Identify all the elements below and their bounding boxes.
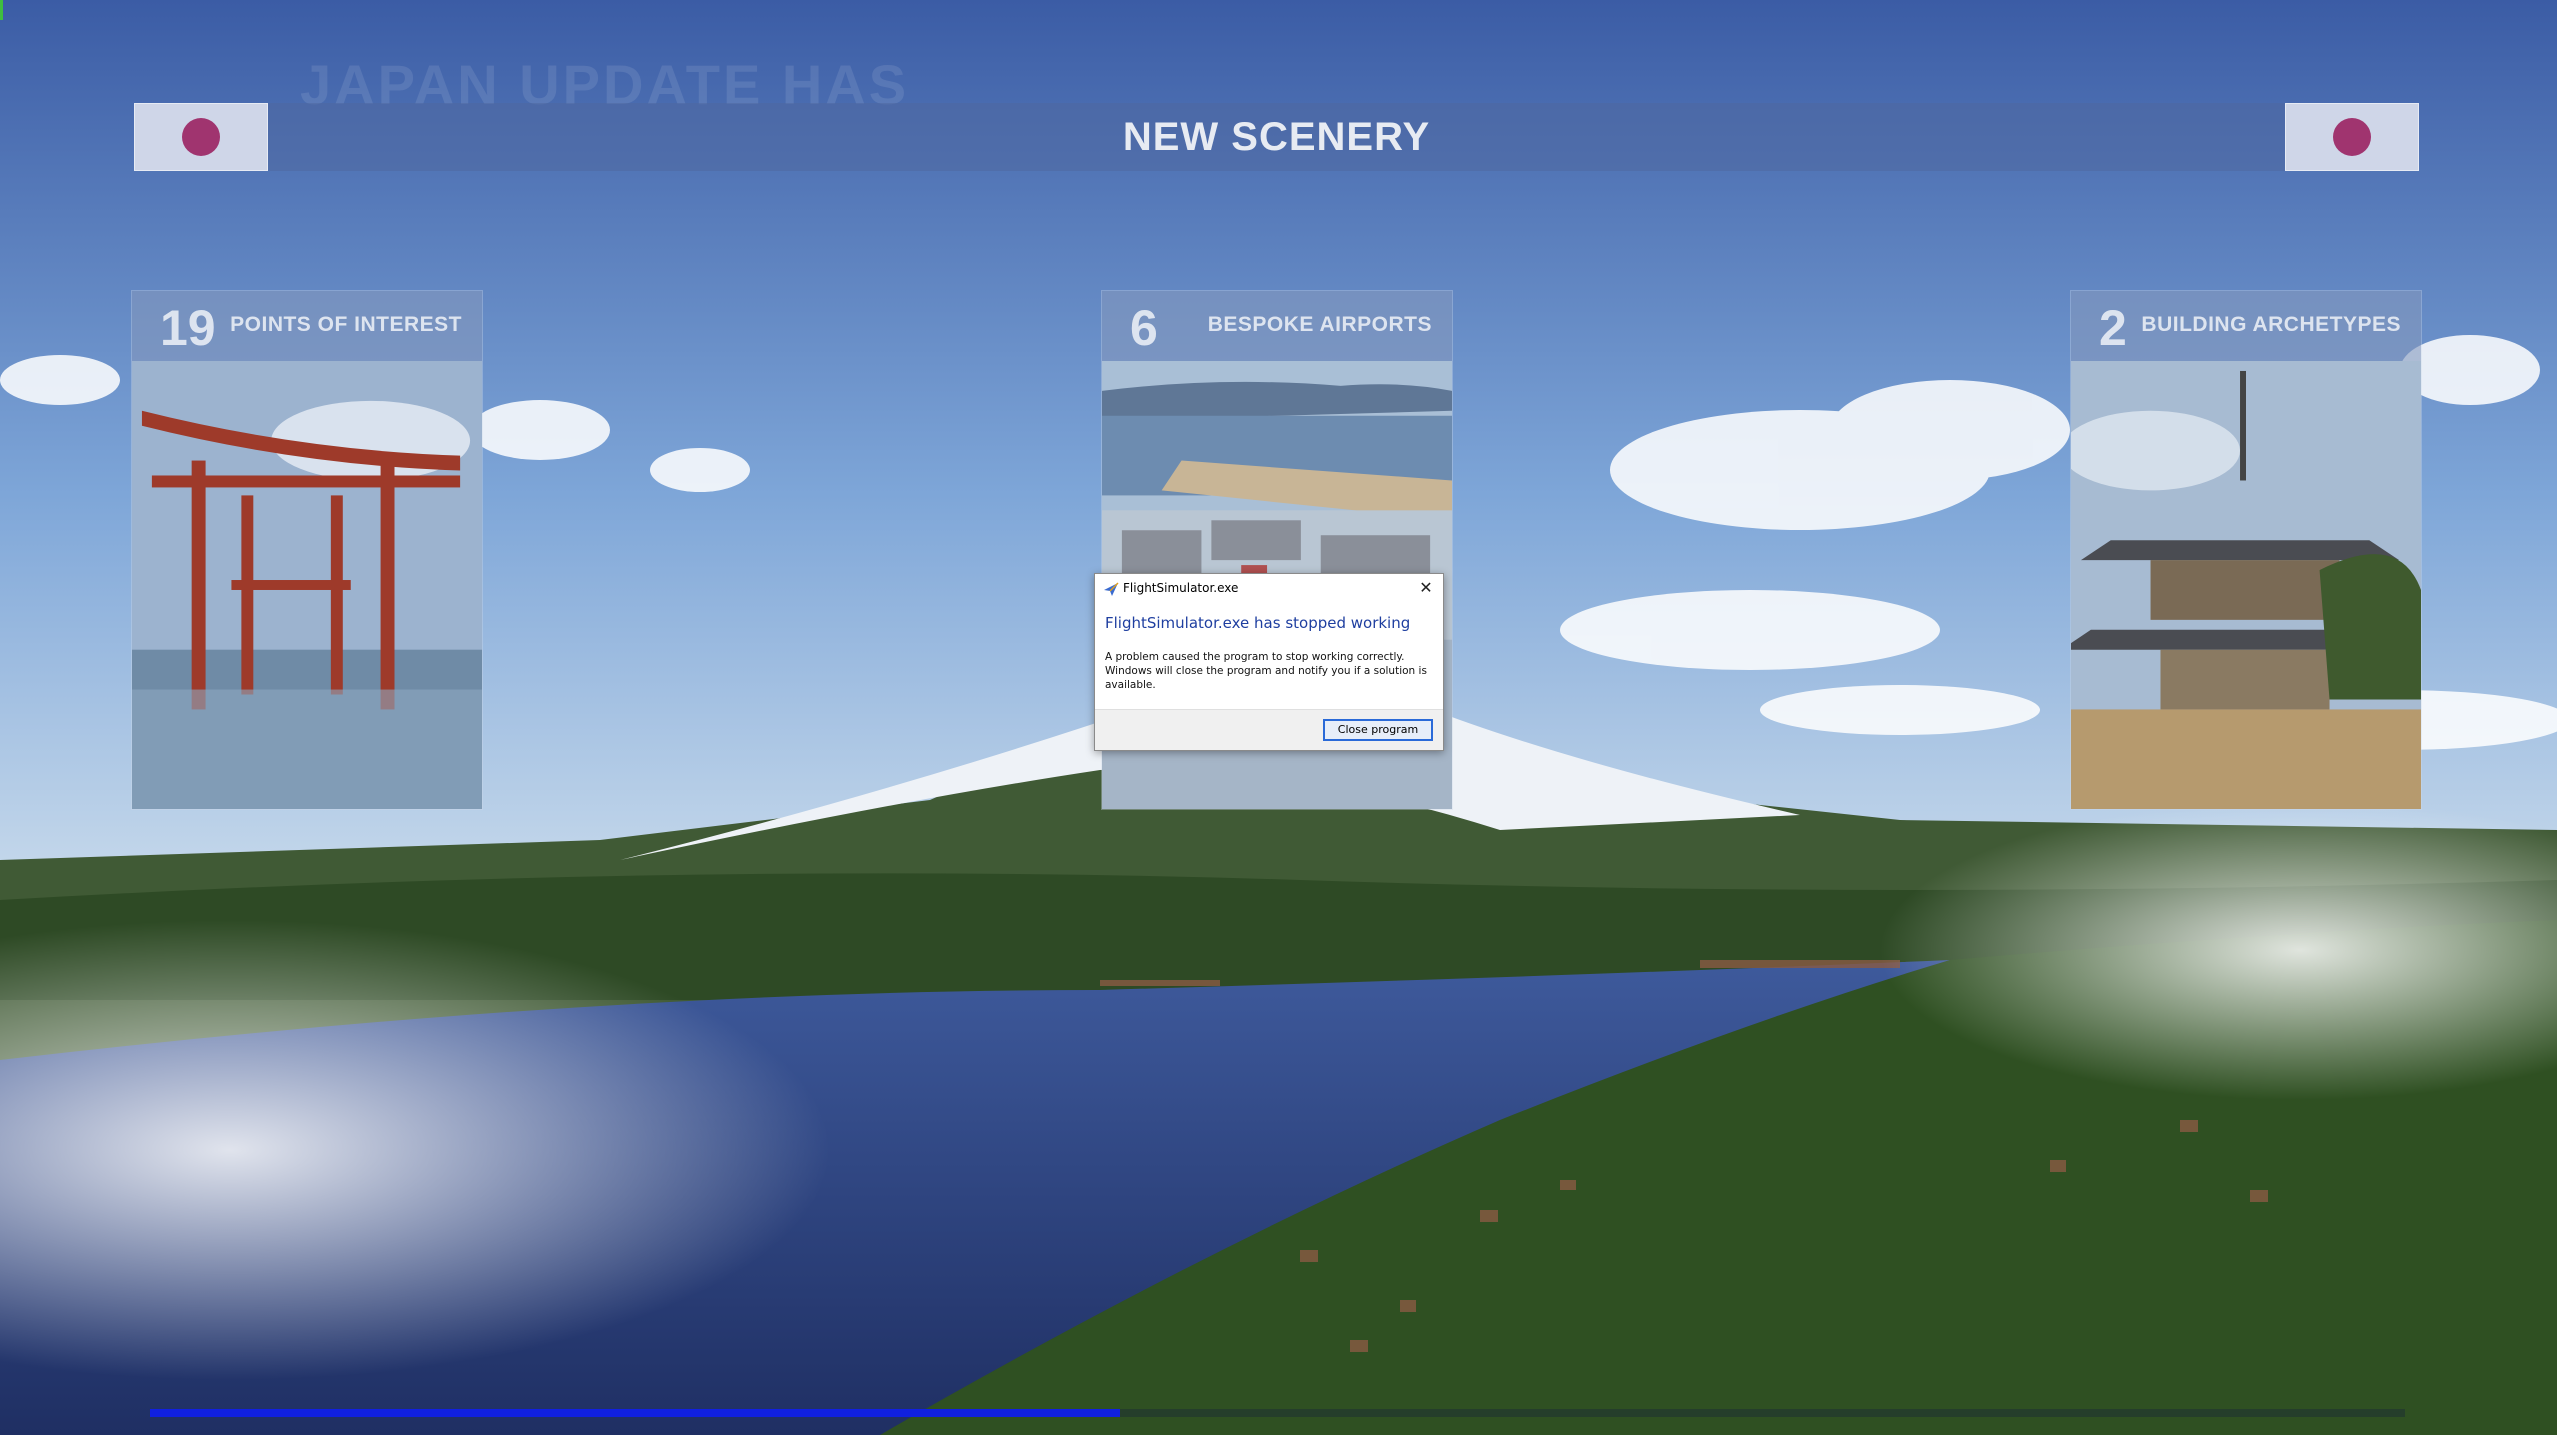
error-dialog: FlightSimulator.exe ✕ FlightSimulator.ex…	[1094, 573, 1444, 751]
flight-simulator-app-icon	[1103, 581, 1119, 597]
dialog-heading: FlightSimulator.exe has stopped working	[1105, 614, 1411, 632]
card-count: 19	[160, 300, 216, 356]
japan-flag-right-icon	[2285, 103, 2419, 171]
card-building-archetypes: 2 BUILDING ARCHETYPES	[2070, 290, 2422, 810]
card-count: 6	[1130, 300, 1158, 356]
card-label: BESPOKE AIRPORTS	[1207, 313, 1432, 336]
torii-gate-image	[132, 361, 482, 809]
new-scenery-banner: NEW SCENERY	[134, 103, 2419, 171]
corner-marker	[0, 0, 3, 20]
loading-progress-bar	[150, 1409, 2405, 1417]
card-label: BUILDING ARCHETYPES	[2141, 313, 2401, 336]
dialog-titlebar[interactable]: FlightSimulator.exe ✕	[1095, 574, 1443, 604]
close-program-button[interactable]: Close program	[1323, 719, 1433, 741]
dialog-footer: Close program	[1095, 709, 1443, 750]
banner-title: NEW SCENERY	[1122, 115, 1431, 159]
pagoda-image	[2071, 361, 2421, 809]
close-icon[interactable]: ✕	[1415, 577, 1437, 599]
card-label: POINTS OF INTEREST	[230, 313, 462, 336]
card-count: 2	[2099, 300, 2127, 356]
dialog-title: FlightSimulator.exe	[1123, 581, 1239, 595]
dialog-message: A problem caused the program to stop wor…	[1105, 651, 1427, 691]
loading-progress-fill	[150, 1409, 1120, 1417]
card-points-of-interest: 19 POINTS OF INTEREST	[131, 290, 483, 810]
